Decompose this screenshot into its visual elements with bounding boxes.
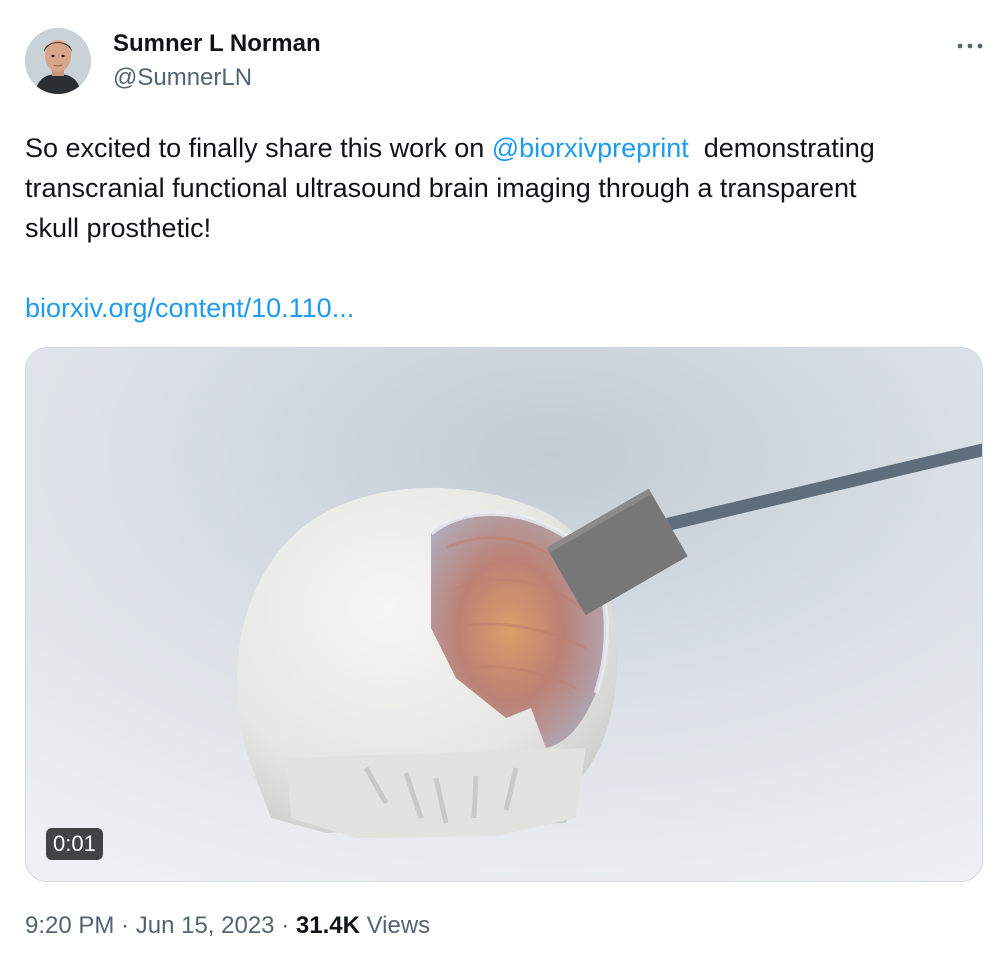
video-frame: [26, 348, 982, 881]
tweet-text-line-2: transcranial functional ultrasound brain…: [25, 173, 857, 203]
tweet-text-line-1: So excited to finally share this work on…: [25, 128, 975, 168]
author-handle[interactable]: @SumnerLN: [113, 64, 252, 92]
views-label: Views: [366, 912, 431, 939]
tweet-text: So excited to finally share this work on…: [25, 128, 975, 248]
tweet: Sumner L Norman @SumnerLN So excited to …: [0, 0, 1006, 956]
tweet-time[interactable]: 9:20 PM: [25, 912, 114, 939]
tweet-meta: 9:20 PM · Jun 15, 2023 · 31.4K Views: [25, 912, 430, 940]
external-link[interactable]: biorxiv.org/content/10.110...: [25, 293, 354, 323]
tweet-date[interactable]: Jun 15, 2023: [136, 912, 275, 939]
tweet-text-line-3: skull prosthetic!: [25, 213, 212, 243]
avatar[interactable]: [25, 28, 91, 94]
more-button[interactable]: [948, 30, 992, 62]
link-line: biorxiv.org/content/10.110...: [25, 288, 354, 328]
video-player[interactable]: 0:01: [25, 347, 983, 882]
mention-link[interactable]: @biorxivpreprint: [492, 133, 689, 163]
separator: ·: [281, 912, 290, 939]
more-horizontal-icon: [956, 37, 984, 55]
separator: ·: [121, 912, 130, 939]
tweet-text-part: So excited to finally share this work on: [25, 133, 492, 163]
video-duration-badge: 0:01: [46, 828, 103, 860]
views-count: 31.4K: [295, 912, 360, 939]
author-display-name[interactable]: Sumner L Norman: [113, 30, 321, 58]
tweet-text-part: demonstrating: [688, 133, 875, 163]
